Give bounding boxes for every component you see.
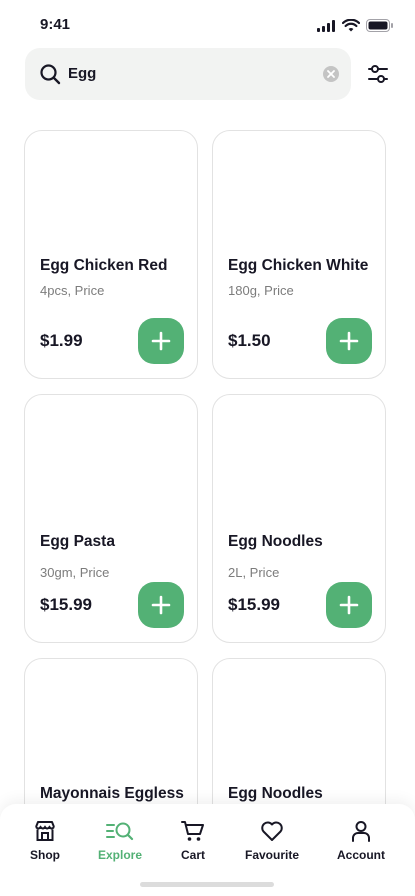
product-unit: 4pcs, Price [40, 283, 105, 298]
product-card[interactable]: Egg Pasta 30gm, Price $15.99 [24, 394, 198, 643]
add-to-cart-button[interactable] [326, 318, 372, 364]
account-icon [352, 821, 370, 842]
shop-icon [35, 821, 55, 841]
product-price: $1.99 [40, 331, 83, 350]
tab-label: Cart [180, 848, 205, 862]
product-card[interactable]: Egg Noodles 2L, Price $15.99 [212, 394, 386, 643]
search-field[interactable]: Egg [25, 48, 351, 100]
product-name: Egg Pasta [40, 533, 115, 550]
filter-icon[interactable] [366, 62, 390, 91]
home-indicator [140, 882, 274, 887]
tab-explore[interactable]: Explore [80, 820, 160, 862]
search-row: Egg [0, 48, 415, 102]
cart-icon [181, 821, 204, 841]
plus-icon [339, 331, 359, 351]
tab-label: Explore [97, 848, 142, 862]
wifi-icon [341, 18, 361, 37]
product-price: $15.99 [40, 595, 92, 614]
explore-icon [106, 822, 134, 841]
tab-label: Favourite [244, 848, 299, 862]
status-bar: 9:41 [0, 0, 415, 46]
plus-icon [339, 595, 359, 615]
product-unit: 180g, Price [228, 283, 294, 298]
add-to-cart-button[interactable] [326, 582, 372, 628]
search-icon [39, 63, 61, 90]
plus-icon [151, 331, 171, 351]
tab-label: Shop [30, 848, 60, 862]
heart-icon [261, 821, 283, 841]
add-to-cart-button[interactable] [138, 582, 184, 628]
product-unit: 30gm, Price [40, 565, 110, 580]
plus-icon [151, 595, 171, 615]
tab-account[interactable]: Account [321, 820, 401, 862]
product-card[interactable]: Egg Chicken Red 4pcs, Price $1.99 [24, 130, 198, 379]
product-name: Egg Chicken Red [40, 257, 168, 274]
status-time: 9:41 [40, 16, 71, 33]
add-to-cart-button[interactable] [138, 318, 184, 364]
product-name: Mayonnais Eggless [40, 785, 184, 802]
product-price: $1.50 [228, 331, 271, 350]
product-price: $15.99 [228, 595, 280, 614]
product-name: Egg Noodles [228, 533, 323, 550]
clear-search-icon[interactable] [323, 66, 339, 87]
search-input[interactable]: Egg [68, 65, 96, 82]
tab-cart[interactable]: Cart [153, 820, 233, 862]
status-icons [317, 18, 393, 37]
battery-icon [366, 19, 393, 37]
product-name: Egg Chicken White [228, 257, 369, 274]
tab-favourite[interactable]: Favourite [232, 820, 312, 862]
product-name: Egg Noodles [228, 785, 323, 802]
product-card[interactable]: Egg Chicken White 180g, Price $1.50 [212, 130, 386, 379]
tab-label: Account [337, 848, 385, 862]
product-unit: 2L, Price [228, 565, 280, 580]
cellular-signal-icon [317, 19, 336, 37]
tab-shop[interactable]: Shop [5, 820, 85, 862]
